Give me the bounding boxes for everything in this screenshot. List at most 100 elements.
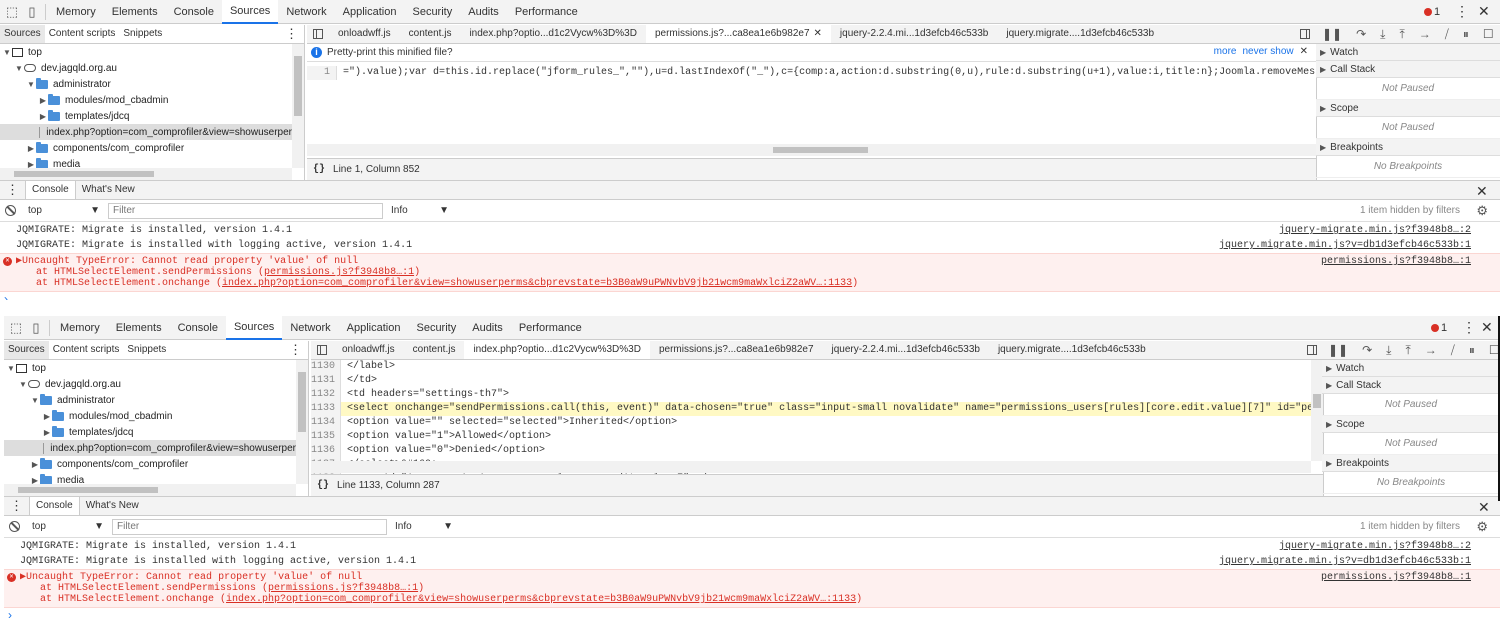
- tab-network[interactable]: Network: [282, 316, 338, 340]
- navigator-tab-content-scripts[interactable]: Content scripts: [45, 25, 120, 43]
- tree-item[interactable]: ▶ media: [0, 156, 292, 168]
- debugger-section-call-stack[interactable]: ▶ Call Stack: [1322, 377, 1500, 394]
- code-line[interactable]: 1133 <select onchange="sendPermissions.c…: [311, 402, 1323, 416]
- line-number[interactable]: 1130: [311, 360, 341, 374]
- tree-item[interactable]: ▶ components/com_comprofiler: [4, 456, 296, 472]
- tab-network[interactable]: Network: [278, 0, 334, 24]
- navigator-horizontal-scrollbar[interactable]: [0, 168, 292, 180]
- tree-item[interactable]: index.php?option=com_comprofiler&view=sh…: [4, 440, 296, 456]
- navigator-tab-snippets[interactable]: Snippets: [119, 25, 166, 43]
- navigator-tab-sources[interactable]: Sources: [4, 341, 49, 359]
- toggle-navigator-icon[interactable]: [317, 345, 327, 355]
- close-devtools-icon[interactable]: ✕: [1478, 2, 1490, 20]
- code-line[interactable]: 1132 <td headers="settings-th7">: [311, 388, 1323, 402]
- source-link[interactable]: jquery.migrate.min.js?v=db1d3efcb46c533b…: [1219, 238, 1471, 253]
- deactivate-breakpoints-icon[interactable]: ⧸: [1451, 343, 1455, 358]
- async-checkbox-icon[interactable]: ☐: [1483, 27, 1494, 41]
- editor-tab[interactable]: jquery.migrate....1d3efcb46c533b: [989, 341, 1155, 359]
- tab-audits[interactable]: Audits: [464, 316, 511, 340]
- tree-item[interactable]: ▶ components/com_comprofiler: [0, 140, 292, 156]
- tab-memory[interactable]: Memory: [48, 0, 104, 24]
- inspect-element-icon[interactable]: ⬚: [4, 3, 20, 20]
- editor-tab[interactable]: permissions.js?...ca8ea1e6b982e7 ✕: [645, 25, 831, 43]
- close-devtools-icon[interactable]: ✕: [1481, 318, 1493, 336]
- more-link[interactable]: more: [1214, 46, 1237, 57]
- log-level-selector[interactable]: Info ▼: [395, 521, 455, 532]
- pause-on-exceptions-icon[interactable]: ⏸: [1469, 343, 1475, 358]
- stack-frame-link[interactable]: index.php?option=com_comprofiler&view=sh…: [226, 594, 856, 605]
- pretty-print-icon[interactable]: {}: [317, 480, 329, 491]
- expand-arrow-icon[interactable]: ▶: [38, 112, 48, 121]
- device-toolbar-icon[interactable]: ▯: [28, 319, 44, 336]
- debugger-section-breakpoints[interactable]: ▶ Breakpoints: [1322, 455, 1500, 472]
- close-drawer-icon[interactable]: ✕: [1478, 498, 1490, 516]
- error-source-link[interactable]: permissions.js?f3948b8…:1: [1321, 256, 1471, 267]
- tab-console[interactable]: Console: [166, 0, 222, 24]
- debugger-section-scope[interactable]: ▶ Scope: [1322, 416, 1500, 433]
- step-icon[interactable]: →: [1425, 343, 1437, 357]
- tree-item[interactable]: ▶ modules/mod_cbadmin: [4, 408, 296, 424]
- drawer-tab-what-s-new[interactable]: What's New: [80, 497, 145, 515]
- error-counter[interactable]: 1: [1431, 320, 1447, 336]
- tab-performance[interactable]: Performance: [507, 0, 586, 24]
- expand-arrow-icon[interactable]: ▶: [26, 144, 36, 153]
- error-source-link[interactable]: permissions.js?f3948b8…:1: [1321, 572, 1471, 583]
- navigator-vertical-scrollbar[interactable]: [296, 360, 308, 484]
- source-link[interactable]: jquery-migrate.min.js?f3948b8…:2: [1279, 539, 1471, 554]
- line-number[interactable]: 1133: [311, 402, 341, 416]
- line-number[interactable]: 1132: [311, 388, 341, 402]
- tab-elements[interactable]: Elements: [104, 0, 166, 24]
- inspect-element-icon[interactable]: ⬚: [8, 319, 24, 336]
- code-editor[interactable]: 1130 </label> 1131 </td> 1132 <td headers=…: [311, 360, 1323, 496]
- tree-item[interactable]: ▼ administrator: [0, 76, 292, 92]
- step-out-icon[interactable]: ⤒: [1405, 343, 1410, 358]
- debugger-section-scope[interactable]: ▶ Scope: [1316, 100, 1500, 117]
- navigator-tab-snippets[interactable]: Snippets: [123, 341, 170, 359]
- tab-audits[interactable]: Audits: [460, 0, 507, 24]
- clear-console-icon[interactable]: [9, 521, 20, 532]
- line-number[interactable]: 1134: [311, 416, 341, 430]
- step-out-icon[interactable]: ⤒: [1399, 27, 1404, 42]
- debugger-section-breakpoints[interactable]: ▶ Breakpoints: [1316, 139, 1500, 156]
- editor-tab[interactable]: index.php?optio...d1c2Vycw%3D%3D: [460, 25, 646, 43]
- console-settings-gear-icon[interactable]: ⚙: [1476, 519, 1488, 535]
- stack-frame-link[interactable]: index.php?option=com_comprofiler&view=sh…: [222, 278, 852, 289]
- expand-arrow-icon[interactable]: ▼: [26, 80, 36, 89]
- customize-menu-icon[interactable]: ⋮: [1455, 3, 1469, 20]
- step-over-icon[interactable]: ↷: [1356, 27, 1366, 41]
- console-filter-input[interactable]: Filter: [112, 518, 387, 535]
- editor-horizontal-scrollbar[interactable]: [307, 144, 1316, 156]
- clear-console-icon[interactable]: [5, 205, 16, 216]
- pause-icon[interactable]: ❚❚: [1322, 27, 1342, 41]
- step-over-icon[interactable]: ↷: [1362, 343, 1372, 357]
- pause-icon[interactable]: ❚❚: [1328, 343, 1348, 357]
- tree-item[interactable]: ▶ media: [4, 472, 296, 484]
- editor-tab[interactable]: permissions.js?...ca8ea1e6b982e7: [650, 341, 823, 359]
- editor-tab[interactable]: onloadwff.js: [329, 25, 400, 43]
- expand-arrow-icon[interactable]: ▼: [6, 364, 16, 373]
- source-link[interactable]: jquery.migrate.min.js?v=db1d3efcb46c533b…: [1219, 554, 1471, 569]
- code-line[interactable]: 1 =").value);var d=this.id.replace("jfor…: [307, 66, 1316, 80]
- drawer-menu-icon[interactable]: ⋮: [10, 498, 23, 514]
- pause-on-exceptions-icon[interactable]: ⏸: [1463, 27, 1469, 42]
- line-number[interactable]: 1: [307, 66, 337, 80]
- tree-item[interactable]: ▼ top: [0, 44, 292, 60]
- tree-item[interactable]: ▶ modules/mod_cbadmin: [0, 92, 292, 108]
- step-into-icon[interactable]: ⤓: [1380, 27, 1385, 42]
- debugger-section-call-stack[interactable]: ▶ Call Stack: [1316, 61, 1500, 78]
- navigator-vertical-scrollbar[interactable]: [292, 44, 304, 168]
- stack-frame-link[interactable]: permissions.js?f3948b8…:1: [268, 583, 418, 594]
- step-icon[interactable]: →: [1419, 27, 1431, 41]
- tab-security[interactable]: Security: [404, 0, 460, 24]
- editor-tab[interactable]: index.php?optio...d1c2Vycw%3D%3D: [464, 341, 650, 359]
- tree-item[interactable]: ▼ administrator: [4, 392, 296, 408]
- editor-tab[interactable]: jquery-2.2.4.mi...1d3efcb46c533b: [823, 341, 989, 359]
- step-into-icon[interactable]: ⤓: [1386, 343, 1391, 358]
- tree-item[interactable]: index.php?option=com_comprofiler&view=sh…: [0, 124, 292, 140]
- code-line[interactable]: 1134 <option value="" selected="selected…: [311, 416, 1323, 430]
- close-infobar-icon[interactable]: ✕: [1300, 46, 1308, 57]
- expand-arrow-icon[interactable]: ▶: [26, 160, 36, 169]
- editor-horizontal-scrollbar[interactable]: [311, 461, 1311, 473]
- async-checkbox-icon[interactable]: ☐: [1489, 343, 1500, 357]
- code-line[interactable]: 1136 <option value="0">Denied</option>: [311, 444, 1323, 458]
